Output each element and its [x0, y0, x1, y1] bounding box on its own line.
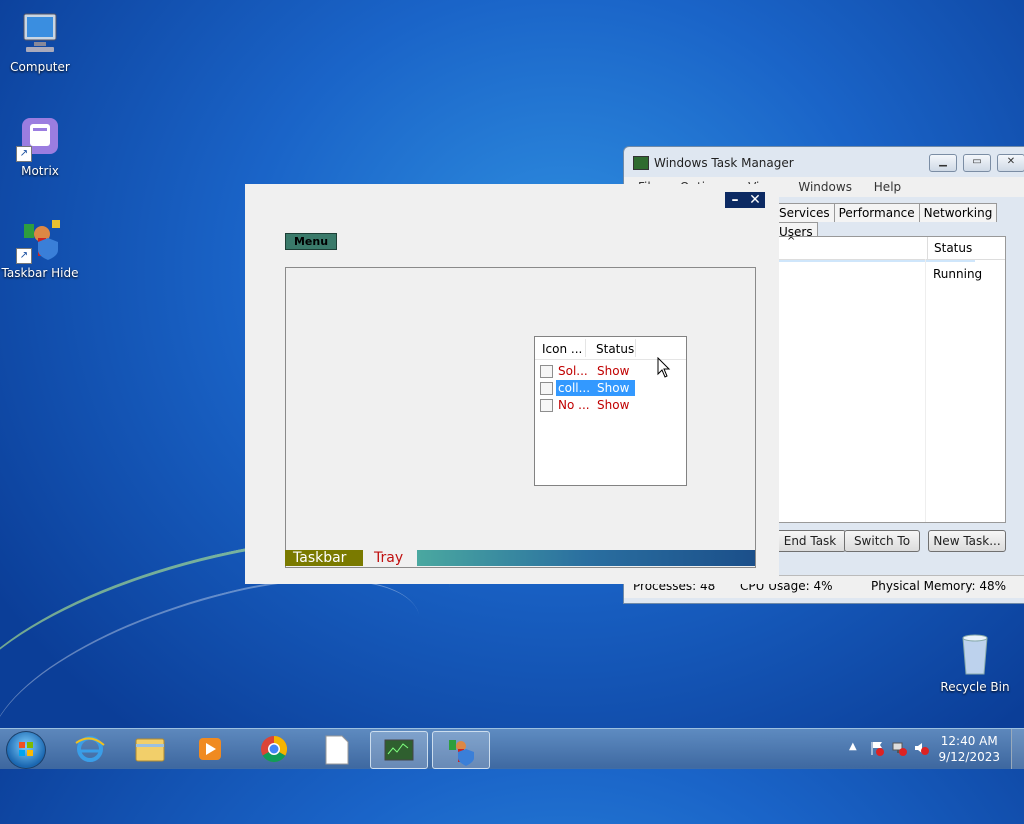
item-name: Sol...	[558, 364, 588, 378]
computer-icon	[16, 10, 64, 58]
column-header-status[interactable]: Status	[596, 337, 634, 361]
desktop-icon-taskbar-hide[interactable]: ↗ Taskbar Hide	[0, 216, 80, 280]
item-checkbox[interactable]	[540, 382, 553, 395]
status-memory: Physical Memory: 48%	[871, 579, 1007, 593]
list-header: ^ Status	[775, 236, 1005, 260]
mouse-cursor-icon	[657, 357, 671, 378]
desktop-icon-label: Computer	[10, 60, 70, 74]
tab-performance[interactable]: Performance	[833, 203, 920, 222]
start-button[interactable]	[6, 731, 46, 769]
task-manager-titlebar[interactable]: Windows Task Manager ▁ ▭ ✕	[624, 147, 1024, 177]
media-player-icon[interactable]	[182, 731, 238, 767]
item-status: Show	[597, 398, 630, 412]
new-task-button[interactable]: New Task...	[928, 530, 1006, 552]
column-divider	[635, 339, 636, 357]
clock-date: 9/12/2023	[938, 750, 1000, 764]
chrome-icon[interactable]	[246, 731, 302, 767]
close-button[interactable]: ✕	[745, 192, 765, 208]
bottom-tabs: Taskbar Tray	[285, 550, 755, 566]
minimize-button[interactable]: ▁	[929, 154, 957, 172]
clock[interactable]: 12:40 AM 9/12/2023	[938, 733, 1000, 765]
shortcut-arrow-icon: ↗	[16, 248, 32, 264]
clock-time: 12:40 AM	[940, 734, 998, 748]
column-divider	[925, 259, 926, 522]
end-task-button[interactable]: End Task	[774, 530, 846, 552]
tab-tray[interactable]: Tray	[365, 550, 415, 566]
taskbar-hide-window[interactable]: – ✕ Menu Icon ... Status Sol... Show col…	[245, 184, 779, 584]
recycle-bin-icon	[951, 630, 999, 678]
tab-services[interactable]: Services	[774, 203, 835, 222]
item-name: No ...	[558, 398, 590, 412]
internet-explorer-icon[interactable]	[62, 731, 118, 767]
tab-taskbar[interactable]: Taskbar	[285, 550, 363, 566]
maximize-button[interactable]: ▭	[963, 154, 991, 172]
desktop-icon-label: Motrix	[21, 164, 59, 178]
show-desktop-button[interactable]	[1011, 729, 1024, 769]
blank-document-icon[interactable]	[308, 731, 364, 767]
taskbar: ▲ 12:40 AM 9/12/2023	[0, 728, 1024, 769]
item-checkbox[interactable]	[540, 365, 553, 378]
column-divider	[585, 339, 586, 357]
column-header-icon[interactable]: Icon ...	[542, 337, 582, 361]
tab-networking[interactable]: Networking	[918, 203, 998, 222]
action-center-flag-icon[interactable]	[869, 740, 885, 756]
desktop-icon-label: Recycle Bin	[940, 680, 1010, 694]
shortcut-arrow-icon: ↗	[16, 146, 32, 162]
show-hidden-icons-icon[interactable]: ▲	[849, 741, 857, 752]
decorative-strip	[417, 550, 755, 566]
task-manager-icon	[633, 156, 649, 170]
row-highlight	[775, 260, 975, 262]
network-icon[interactable]	[891, 740, 907, 756]
menu-help[interactable]: Help	[874, 180, 901, 194]
list-item[interactable]: No ... Show	[540, 397, 670, 413]
file-explorer-icon[interactable]	[122, 731, 178, 767]
desktop-icon-label: Taskbar Hide	[1, 266, 79, 280]
applications-list[interactable]: ^ Status Running	[774, 236, 1006, 523]
content-panel: Icon ... Status Sol... Show coll... Show	[285, 267, 756, 568]
close-button[interactable]: ✕	[997, 154, 1024, 172]
item-status: Show	[597, 381, 630, 395]
window-title: Windows Task Manager	[654, 156, 794, 170]
menu-windows[interactable]: Windows	[798, 180, 852, 194]
volume-muted-icon[interactable]	[913, 740, 929, 756]
item-checkbox[interactable]	[540, 399, 553, 412]
item-status: Show	[597, 364, 630, 378]
list-item[interactable]: coll... Show	[540, 380, 670, 396]
desktop-icon-motrix[interactable]: ↗ Motrix	[0, 114, 80, 178]
desktop-icon-recycle-bin[interactable]: Recycle Bin	[935, 630, 1015, 694]
motrix-icon: ↗	[16, 114, 64, 162]
item-name: coll...	[558, 381, 591, 395]
menu-button[interactable]: Menu	[285, 233, 337, 250]
taskbar-hide-icon: ↗	[16, 216, 64, 264]
sort-arrow-icon: ^	[787, 236, 796, 247]
windows-logo-icon	[19, 742, 33, 756]
switch-to-button[interactable]: Switch To	[844, 530, 920, 552]
minimize-button[interactable]: –	[725, 192, 745, 208]
system-tray: ▲ 12:40 AM 9/12/2023	[839, 729, 1024, 769]
task-manager-icon[interactable]	[370, 731, 428, 769]
column-header-status[interactable]: Status	[927, 237, 990, 259]
list-item[interactable]: Sol... Show	[540, 363, 670, 379]
taskbar-hide-icon[interactable]	[432, 731, 490, 769]
desktop-icon-computer[interactable]: Computer	[0, 10, 80, 74]
list-item-status[interactable]: Running	[933, 267, 982, 281]
